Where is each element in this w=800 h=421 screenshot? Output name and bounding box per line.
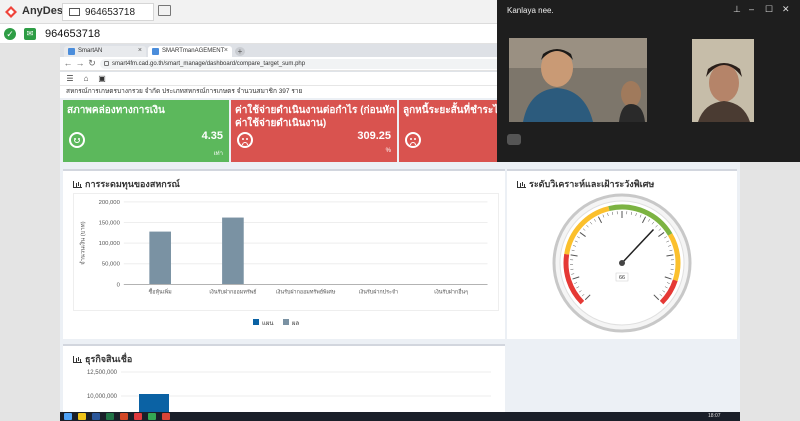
bar (222, 217, 244, 285)
bar-chart-icon (73, 356, 82, 363)
y-tick-label: 0 (117, 282, 121, 288)
grid-icon[interactable]: ▣ (96, 74, 108, 83)
maximize-icon[interactable]: ☐ (765, 4, 773, 15)
close-tab-icon[interactable]: × (138, 47, 142, 54)
reload-icon[interactable]: ↻ (87, 58, 97, 69)
x-tick-label: เงินรับฝากออมทรัพย์พิเศษ (276, 288, 336, 295)
remote-address[interactable]: 964653718 (45, 28, 100, 40)
anydesk-logo-icon (5, 6, 17, 18)
x-tick-label: เงินรับฝากออมทรัพย์ (209, 288, 256, 295)
x-tick-label: ซื้อหุ้นเพิ่ม (149, 287, 173, 295)
pdf-icon[interactable] (134, 413, 142, 420)
browser-tab-1[interactable]: SmartAN × (64, 46, 146, 57)
gauge-panel: ระดับวิเคราะห์และเฝ้าระวังพิเศษ 66 (507, 169, 737, 339)
panel-title: ธุรกิจสินเชื่อ (73, 352, 132, 366)
verified-icon: ✉ (24, 28, 36, 40)
browser-tab-label: SmartAN (78, 48, 103, 54)
folder-icon[interactable] (78, 413, 86, 420)
kpi-unit: เท่า (213, 151, 223, 157)
gauge-hub (619, 260, 625, 266)
session-tab-label: 964653718 (85, 7, 136, 18)
self-video-feed (692, 39, 754, 122)
capital-chart-legend: แผน ผล (253, 319, 300, 327)
capital-panel: การระดมทุนของสหกรณ์ 200,000 150,000 100,00… (63, 169, 505, 339)
frown-icon (405, 132, 421, 148)
remote-video-feed (509, 38, 647, 122)
legend-label: ผล (292, 321, 300, 327)
smile-icon (69, 132, 85, 148)
bar (139, 394, 169, 412)
y-tick-label: 200,000 (99, 200, 121, 206)
excel-icon[interactable] (106, 413, 114, 420)
new-tab-icon[interactable]: + (235, 47, 245, 56)
chat-icon[interactable] (507, 134, 521, 145)
y-tick-label: 150,000 (99, 220, 121, 226)
y-tick-label: 100,000 (99, 241, 121, 247)
kpi-value: 4.35 (201, 130, 223, 142)
y-axis-label: จำนวนเงิน (บาท) (79, 221, 86, 264)
kpi-liquidity: สภาพคล่องทางการเงิน 4.35 เท่า (63, 100, 229, 162)
minimize-icon[interactable]: – (749, 4, 754, 14)
y-tick-label: 10,000,000 (87, 394, 118, 400)
monitor-icon (69, 8, 80, 16)
capital-chart: 200,000 150,000 100,000 50,000 0 จำนวนเงิน (บ… (73, 193, 499, 311)
back-icon[interactable]: ← (63, 58, 73, 68)
menu-icon[interactable]: ☰ (64, 74, 76, 83)
home-icon[interactable]: ⌂ (80, 74, 92, 83)
kpi-title: ค่าใช้จ่ายดำเนินงานต่อกำไร (ก่อนหักค่าใช… (235, 105, 396, 129)
loans-chart: 12,500,000 10,000,000 (87, 370, 491, 412)
line-icon[interactable] (148, 413, 156, 420)
legend-swatch (253, 319, 259, 325)
panel-title: การระดมทุนของสหกรณ์ (73, 177, 180, 191)
browser-tab-label: SMARTmanAGEMENT (162, 48, 225, 54)
caller-video-image (509, 38, 647, 122)
browser-url-text: smart4fm.cad.go.th/smart_manage/dashboar… (112, 61, 306, 67)
frown-icon (237, 132, 253, 148)
bar (149, 231, 171, 285)
panel-title: ระดับวิเคราะห์และเฝ้าระวังพิเศษ (517, 177, 654, 191)
powerpoint-icon[interactable] (120, 413, 128, 420)
caller-name: Kanlaya nee. (507, 6, 554, 15)
windows-taskbar: 18:07 (60, 412, 740, 421)
browser-tab-2[interactable]: SMARTmanAGEMENT × (148, 46, 232, 57)
kpi-unit: % (385, 148, 391, 154)
risk-gauge: 66 (552, 193, 692, 333)
y-tick-label: 12,500,000 (87, 370, 118, 376)
pin-icon[interactable]: ⊥ (733, 4, 741, 15)
word-icon[interactable] (92, 413, 100, 420)
y-tick-label: 50,000 (102, 262, 121, 268)
kpi-value: 309.25 (357, 130, 391, 142)
legend-swatch (283, 319, 289, 325)
favicon-icon (152, 48, 159, 55)
kpi-expense-ratio: ค่าใช้จ่ายดำเนินงานต่อกำไร (ก่อนหักค่าใช… (231, 100, 397, 162)
video-call-window[interactable]: Kanlaya nee. ⊥ – ☐ ✕ (497, 0, 800, 162)
new-session-icon[interactable] (158, 5, 171, 16)
loans-panel: ธุรกิจสินเชื่อ 12,500,000 10,000,000 (63, 344, 505, 412)
self-video-image (692, 39, 754, 122)
start-icon[interactable] (64, 413, 72, 420)
org-info-text: สหกรณ์การเกษตรบางกรวย จำกัด ประเภทสหกรณ์… (66, 88, 303, 95)
x-tick-label: เงินรับฝากประจำ (359, 288, 398, 295)
x-tick-label: เงินรับฝากอื่นๆ (434, 287, 468, 295)
close-icon[interactable]: ✕ (782, 4, 790, 15)
bar-chart-icon (517, 181, 526, 188)
taskbar-clock: 18:07 (708, 413, 721, 419)
lock-icon (104, 61, 109, 66)
close-tab-icon[interactable]: × (224, 47, 228, 54)
session-tab[interactable]: 964653718 (62, 3, 154, 21)
bar-chart-icon (73, 181, 82, 188)
gauge-value: 66 (619, 275, 625, 281)
forward-icon[interactable]: → (75, 58, 85, 68)
legend-label: แผน (262, 321, 273, 327)
kpi-title: สภาพคล่องทางการเงิน (67, 105, 165, 116)
favicon-icon (68, 48, 75, 55)
chrome-icon[interactable] (162, 413, 170, 420)
connection-ok-icon: ✓ (4, 28, 16, 40)
